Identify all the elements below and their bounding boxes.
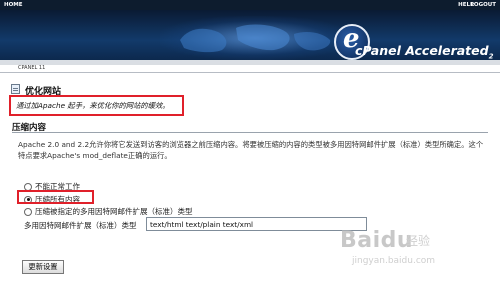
update-settings-button[interactable]: 更新设置 bbox=[22, 260, 64, 274]
world-map-graphic bbox=[180, 24, 331, 53]
page-description: 通过加Apache 起手，来优化你的网站的缓效。 bbox=[16, 101, 170, 110]
watermark-url: jingyan.baidu.com bbox=[352, 256, 436, 266]
top-nav-bar: HOME HELP LOGOUT bbox=[0, 0, 500, 10]
header-banner: e cPanel Accelerated2 bbox=[0, 10, 500, 65]
watermark-sub: 经验 bbox=[406, 234, 431, 248]
mime-types-label: 多用因特网邮件扩展（标准）类型 bbox=[24, 221, 137, 230]
page-icon bbox=[11, 84, 20, 94]
brand-title: cPanel Accelerated2 bbox=[355, 43, 493, 61]
logout-link[interactable]: LOGOUT bbox=[471, 2, 496, 8]
option-compress-mime[interactable]: 压缩被指定的多用因特网邮件扩展（标准）类型 bbox=[24, 206, 193, 217]
highlight-box-option bbox=[17, 190, 94, 204]
watermark-logo: Baidu bbox=[340, 228, 414, 253]
mime-types-input[interactable] bbox=[146, 217, 367, 231]
banner-stripe bbox=[0, 60, 500, 65]
section-paragraph: Apache 2.0 and 2.2允许你将它发送到访客的浏览器之前压缩内容。将… bbox=[18, 140, 484, 160]
option-compress-mime-label: 压缩被指定的多用因特网邮件扩展（标准）类型 bbox=[35, 207, 193, 216]
divider bbox=[0, 72, 500, 73]
home-link[interactable]: HOME bbox=[4, 2, 23, 8]
radio-compress-mime[interactable] bbox=[24, 207, 32, 216]
section-divider bbox=[12, 132, 488, 133]
breadcrumb[interactable]: CPANEL 11 bbox=[18, 65, 45, 71]
brand-name: cPanel Accelerated bbox=[355, 43, 489, 58]
